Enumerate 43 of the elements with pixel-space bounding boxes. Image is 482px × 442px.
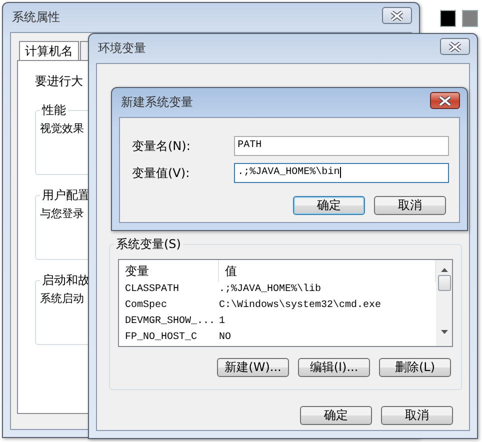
window-title: 新建系统变量	[120, 94, 193, 111]
close-icon	[439, 96, 451, 106]
color-swatch[interactable]	[462, 10, 478, 27]
close-button[interactable]	[382, 7, 412, 24]
table-cell-text: CLASSPATH	[124, 283, 180, 297]
input-field[interactable]: PATH	[234, 136, 449, 156]
color-swatch[interactable]	[440, 10, 456, 27]
table-cell-text: NO	[219, 331, 232, 345]
up-arrow-icon[interactable]	[440, 268, 448, 272]
group-label: 启动和故	[41, 272, 91, 289]
group-text: 系统启动	[40, 291, 84, 306]
close-icon	[391, 10, 403, 20]
input-field[interactable]: .;%JAVA_HOME%\bin	[234, 163, 449, 183]
close-icon	[449, 42, 461, 52]
field-label: 变量名(N):	[132, 138, 192, 154]
button[interactable]: 新建(W)...	[217, 358, 289, 377]
window-title: 环境变量	[97, 40, 146, 57]
table-cell-text: C:\Windows\system32\cmd.exe	[219, 298, 382, 313]
group-text: 与您登录	[40, 206, 84, 221]
down-arrow-icon[interactable]	[440, 330, 448, 334]
table-cell-text: ComSpec	[124, 299, 168, 313]
column-header[interactable]: 变量	[119, 260, 219, 282]
button[interactable]: 确定	[300, 406, 372, 425]
button[interactable]: 确定	[293, 196, 365, 215]
button[interactable]: 取消	[381, 406, 453, 425]
table-cell-text: 1	[219, 315, 226, 329]
tab[interactable]: 计算机名	[19, 41, 79, 60]
table-cell-text: FP_NO_HOST_C	[124, 331, 198, 345]
intro-text: 要进行大	[35, 73, 83, 90]
close-button[interactable]	[440, 38, 470, 55]
group-label: 性能	[40, 102, 67, 119]
button[interactable]: 取消	[374, 196, 446, 215]
table-cell-text: DEVMGR_SHOW_...	[124, 315, 216, 329]
window-title: 系统属性	[11, 9, 60, 26]
scrollbar[interactable]	[436, 260, 452, 346]
table-cell-text: .;%JAVA_HOME%\lib	[219, 282, 322, 297]
button[interactable]: 删除(L)	[379, 358, 451, 377]
button[interactable]: 编辑(I)...	[298, 358, 370, 377]
field-label: 变量值(V):	[132, 164, 191, 182]
scroll-thumb[interactable]	[438, 275, 450, 291]
close-button[interactable]	[430, 92, 460, 109]
group-label: 系统变量(S)	[115, 236, 182, 253]
group-text: 视觉效果	[40, 121, 84, 136]
